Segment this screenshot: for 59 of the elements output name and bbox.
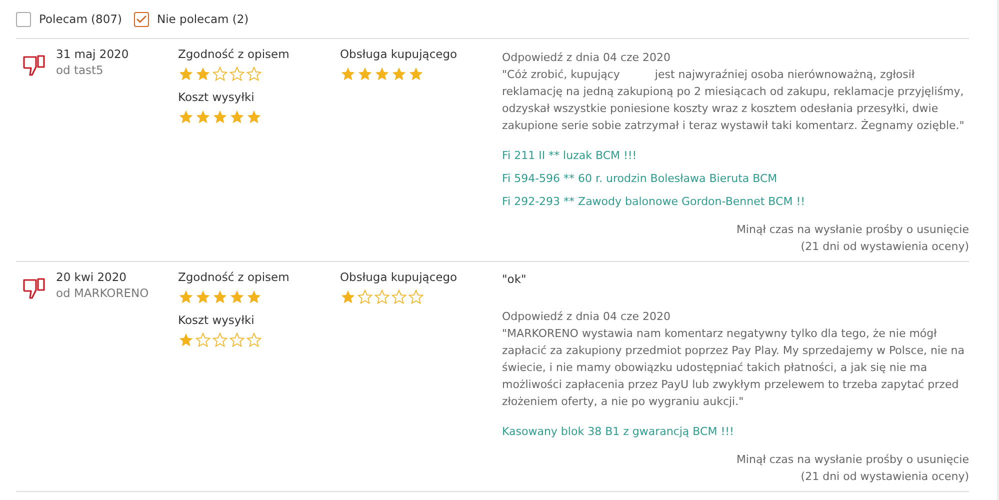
removal-note: Minął czas na wysłanie prośby o usunięcie	[736, 222, 969, 238]
empty-star-icon	[246, 332, 262, 348]
filled-star-icon	[195, 289, 211, 305]
rating-label: Koszt wysyłki	[178, 90, 256, 104]
empty-star-icon	[212, 332, 228, 348]
empty-star-icon	[195, 332, 211, 348]
filled-star-icon	[212, 109, 228, 125]
filled-star-icon	[374, 66, 390, 82]
rating-label: Koszt wysyłki	[178, 313, 256, 327]
rating-label: Zgodność z opisem	[178, 47, 290, 61]
empty-star-icon	[374, 289, 390, 305]
review-date: 31 maj 2020	[56, 47, 130, 61]
item-link[interactable]: Fi 594-596 ** 60 r. urodzin Bolesława Bieruta BCM	[502, 167, 778, 190]
item-link[interactable]: Fi 211 II ** luzak BCM !!!	[502, 144, 637, 167]
empty-star-icon	[408, 289, 424, 305]
filled-star-icon	[246, 289, 262, 305]
empty-star-icon	[229, 66, 245, 82]
review-author: od MARKORENO	[56, 286, 150, 300]
filled-star-icon	[178, 109, 194, 125]
reply-text: "Cóż zrobić, kupujący jest najwyraźniej osoba nierównoważną, zgłosił reklamację na jedną zakupioną po 2 miesiącach od zakupu, reklamacje przyjęliśmy, odzyskał wszystkie poniesione koszty wraz z kosztem odesłania przesyłki, dwie zakupione serie sobie zatrzymał i teraz wystawił taki komentarz. Żegnamy ozięble."	[502, 67, 966, 134]
reply-header: Odpowiedź z dnia 04 cze 2020	[502, 50, 672, 66]
filled-star-icon	[357, 66, 373, 82]
rating-label: Zgodność z opisem	[178, 270, 290, 284]
removal-note: (21 dni od wystawienia oceny)	[800, 469, 969, 485]
reply-header: Odpowiedź z dnia 04 cze 2020	[502, 309, 672, 325]
item-link[interactable]: Kasowany blok 38 B1 z gwarancją BCM !!!	[502, 420, 734, 443]
filled-star-icon	[246, 109, 262, 125]
removal-note: (21 dni od wystawienia oceny)	[800, 239, 969, 255]
filled-star-icon	[391, 66, 407, 82]
empty-star-icon	[246, 66, 262, 82]
thumbs-down-icon	[22, 276, 46, 300]
empty-star-icon	[212, 66, 228, 82]
thumbs-down-icon	[22, 53, 46, 77]
filled-star-icon	[195, 109, 211, 125]
item-link[interactable]: Fi 292-293 ** Zawody balonowe Gordon-Bennet BCM !!	[502, 190, 806, 213]
filled-star-icon	[229, 109, 245, 125]
filled-star-icon	[212, 289, 228, 305]
filled-star-icon	[195, 66, 211, 82]
filled-star-icon	[178, 66, 194, 82]
filled-star-icon	[340, 66, 356, 82]
filled-star-icon	[340, 289, 356, 305]
empty-star-icon	[357, 289, 373, 305]
empty-star-icon	[229, 332, 245, 348]
rating-label: Obsługa kupującego	[340, 47, 458, 61]
filter-label: Nie polecam (2)	[156, 12, 249, 26]
filter-label: Polecam (807)	[39, 12, 122, 26]
rating-label: Obsługa kupującego	[340, 270, 458, 284]
removal-note: Minął czas na wysłanie prośby o usunięcie	[736, 452, 969, 468]
empty-star-icon	[391, 289, 407, 305]
review-author: od tast5	[56, 63, 104, 77]
checkbox[interactable]	[134, 12, 149, 26]
checkbox[interactable]	[16, 12, 31, 26]
filled-star-icon	[178, 289, 194, 305]
reply-text: "MARKORENO wystawia nam komentarz negatywny tylko dla tego, że nie mógł zapłacić za zakupiony przedmiot poprzez Pay Play. My sprzedajemy w Polsce, nie na świecie, i nie mamy obowiązku udostępniać takich płatności, a jak się nie ma możliwości zapłacenia przez PayU lub zwykłym przelewem to trzeba zapytać przed złożeniem oferty, a nie po wygraniu aukcji."	[502, 326, 966, 410]
filled-star-icon	[229, 289, 245, 305]
review-comment: "ok"	[502, 272, 528, 286]
filled-star-icon	[178, 332, 194, 348]
filled-star-icon	[408, 66, 424, 82]
review-date: 20 kwi 2020	[56, 270, 128, 284]
